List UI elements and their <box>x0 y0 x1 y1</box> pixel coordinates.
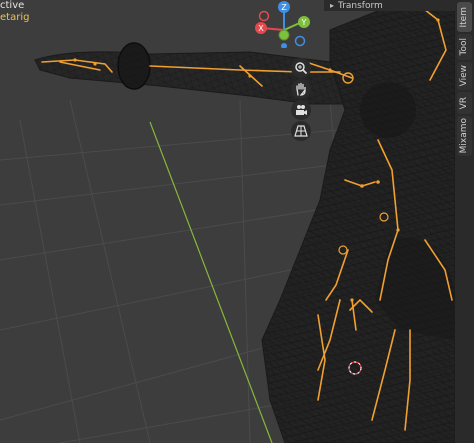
tab-vr[interactable]: VR <box>457 92 472 114</box>
tab-view[interactable]: View <box>457 62 472 90</box>
tab-mixamo[interactable]: Mixamo <box>457 116 472 156</box>
chevron-right-icon: ▸ <box>330 1 335 10</box>
navigation-gizmo[interactable]: Z X Y <box>250 0 320 49</box>
zoom-icon[interactable] <box>291 58 311 78</box>
3d-viewport[interactable]: ctive etarig Z X Y ▸ Transform Item Tool… <box>0 0 474 443</box>
y-axis-line <box>149 121 273 443</box>
tab-tool[interactable]: Tool <box>457 34 472 60</box>
active-object-label: etarig <box>0 12 30 23</box>
transform-panel-header[interactable]: ▸ Transform <box>324 0 474 11</box>
tab-item[interactable]: Item <box>457 2 472 32</box>
transform-panel-title: Transform <box>338 0 383 11</box>
sidebar-tabs: Item Tool View VR Mixamo <box>455 0 474 443</box>
viewport-mode-label: ctive <box>0 0 25 11</box>
svg-text:Y: Y <box>301 18 307 27</box>
svg-text:Z: Z <box>281 3 287 12</box>
camera-icon[interactable] <box>291 100 311 120</box>
wireframe-scene <box>0 0 474 443</box>
grid-perspective-icon[interactable] <box>291 121 311 141</box>
svg-text:X: X <box>258 24 264 33</box>
hand-pan-icon[interactable] <box>291 79 311 99</box>
